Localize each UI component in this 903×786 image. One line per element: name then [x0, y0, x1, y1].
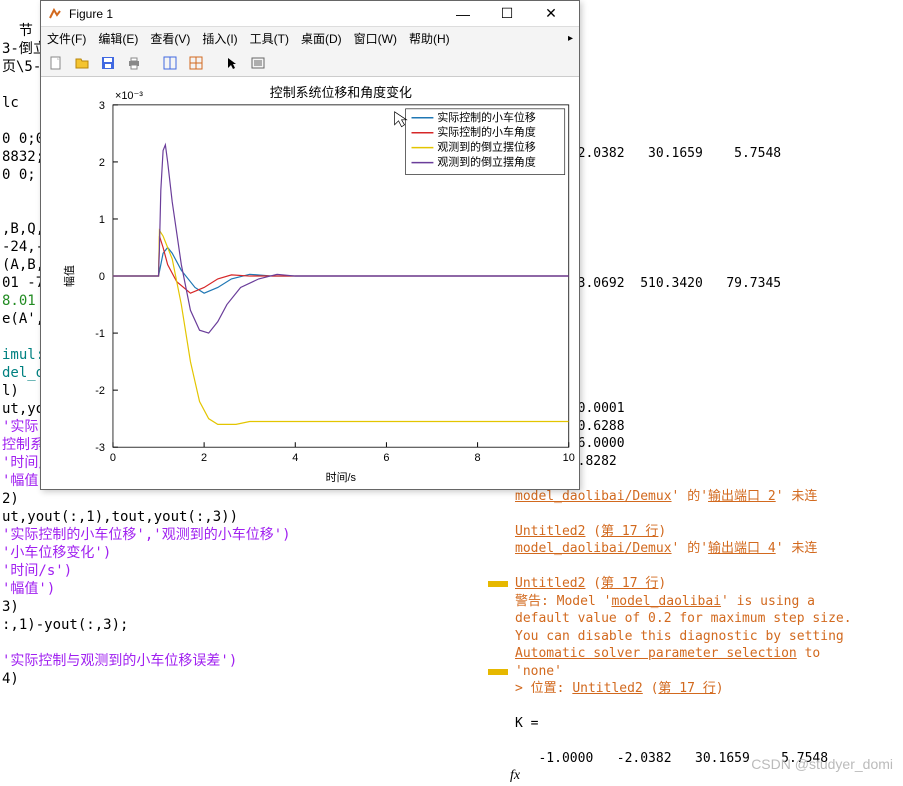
print-icon[interactable] [123, 52, 145, 74]
svg-text:-3: -3 [95, 442, 105, 454]
svg-text:1: 1 [99, 214, 105, 226]
pointer-icon[interactable] [221, 52, 243, 74]
svg-text:×10⁻³: ×10⁻³ [115, 90, 143, 102]
close-button[interactable]: ✕ [529, 1, 573, 27]
svg-text:时间/s: 时间/s [326, 471, 357, 484]
svg-text:4: 4 [292, 452, 298, 464]
svg-text:观测到的倒立摆角度: 观测到的倒立摆角度 [437, 155, 535, 169]
menubar: 文件(F) 编辑(E) 查看(V) 插入(I) 工具(T) 桌面(D) 窗口(W… [41, 27, 579, 49]
svg-text:-1: -1 [95, 328, 105, 340]
watermark: CSDN @studyer_domi [751, 756, 893, 772]
maximize-button[interactable]: ☐ [485, 1, 529, 27]
svg-text:实际控制的小车位移: 实际控制的小车位移 [437, 110, 535, 124]
svg-text:0: 0 [110, 452, 116, 464]
menu-insert[interactable]: 插入(I) [202, 30, 237, 47]
titlebar[interactable]: Figure 1 — ☐ ✕ [41, 1, 579, 27]
svg-text:实际控制的小车角度: 实际控制的小车角度 [437, 125, 535, 139]
figure-title: Figure 1 [69, 7, 441, 21]
svg-text:2: 2 [99, 157, 105, 169]
chart-axes[interactable]: 0 2 4 6 8 10 -3 -2 -1 0 1 2 3 ×10⁻³ 控制系统位移和角度变化时间/s 幅值 实… [41, 77, 579, 489]
svg-text:3: 3 [99, 100, 105, 112]
svg-text:观测到的倒立摆位移: 观测到的倒立摆位移 [437, 140, 535, 154]
menu-overflow-icon[interactable]: ▸ [568, 33, 573, 44]
svg-text:控制系统位移和角度变化: 控制系统位移和角度变化 [270, 85, 412, 100]
menu-tools[interactable]: 工具(T) [250, 30, 289, 47]
menu-edit[interactable]: 编辑(E) [98, 30, 138, 47]
list-icon[interactable] [247, 52, 269, 74]
fold-marker: ▬ [488, 570, 508, 593]
svg-text:2: 2 [201, 452, 207, 464]
svg-text:-2: -2 [95, 385, 105, 397]
menu-window[interactable]: 窗口(W) [354, 30, 397, 47]
layout2-icon[interactable] [185, 52, 207, 74]
minimize-button[interactable]: — [441, 1, 485, 27]
save-icon[interactable] [97, 52, 119, 74]
fold-marker: ▬ [488, 658, 508, 681]
svg-text:8: 8 [475, 452, 481, 464]
menu-file[interactable]: 文件(F) [47, 30, 86, 47]
open-icon[interactable] [71, 52, 93, 74]
new-icon[interactable] [45, 52, 67, 74]
fx-prompt[interactable]: fx [510, 768, 520, 784]
matlab-icon [47, 6, 63, 22]
toolbar [41, 49, 579, 77]
svg-text:6: 6 [383, 452, 389, 464]
svg-text:0: 0 [99, 271, 105, 283]
layout1-icon[interactable] [159, 52, 181, 74]
menu-view[interactable]: 查看(V) [150, 30, 190, 47]
svg-text:10: 10 [563, 452, 575, 464]
menu-desktop[interactable]: 桌面(D) [301, 30, 342, 47]
menu-help[interactable]: 帮助(H) [409, 30, 450, 47]
svg-text:幅值: 幅值 [63, 265, 76, 287]
figure-window: Figure 1 — ☐ ✕ 文件(F) 编辑(E) 查看(V) 插入(I) 工… [40, 0, 580, 490]
